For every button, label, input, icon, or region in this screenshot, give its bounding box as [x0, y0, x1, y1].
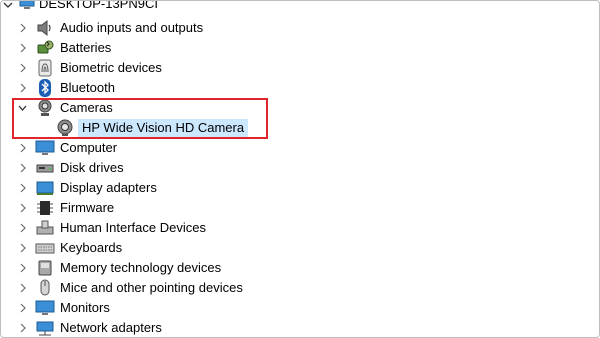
- tree-item-label: Firmware: [60, 200, 115, 215]
- chevron-right-icon[interactable]: [18, 303, 27, 313]
- tree-item-label: Computer: [60, 140, 118, 155]
- monitor-icon: [35, 300, 55, 315]
- tree-item-label: Memory technology devices: [60, 260, 222, 275]
- tree-item-label: Keyboards: [60, 240, 123, 255]
- tree-root-label: DESKTOP-13PN9CI: [39, 0, 158, 11]
- tree-item-mice[interactable]: Mice and other pointing devices: [1, 278, 599, 298]
- computer-icon: [19, 1, 35, 9]
- bluetooth-icon: [39, 79, 51, 97]
- memory-card-icon: [38, 260, 52, 276]
- chevron-right-icon[interactable]: [18, 23, 27, 33]
- speaker-icon: [37, 19, 51, 37]
- chevron-right-icon[interactable]: [18, 163, 27, 173]
- chevron-right-icon[interactable]: [18, 43, 27, 53]
- disk-drive-icon: [36, 164, 54, 173]
- tree-item-batteries[interactable]: Batteries: [1, 38, 599, 58]
- tree-item-bluetooth[interactable]: Bluetooth: [1, 78, 599, 98]
- monitor-icon: [35, 140, 55, 155]
- chevron-right-icon[interactable]: [18, 243, 27, 253]
- tree-item-label: Display adapters: [60, 180, 157, 195]
- chevron-down-icon[interactable]: [3, 0, 13, 10]
- tree-item-keyboards[interactable]: Keyboards: [1, 238, 599, 258]
- chevron-right-icon[interactable]: [18, 283, 27, 293]
- fingerprint-icon: [38, 59, 52, 77]
- tree-item-label: Monitors: [60, 300, 110, 315]
- tree-item-label: Network adapters: [60, 320, 162, 335]
- chevron-right-icon[interactable]: [18, 223, 27, 233]
- tree-item-audio[interactable]: Audio inputs and outputs: [1, 18, 599, 38]
- chevron-right-icon[interactable]: [18, 83, 27, 93]
- device-manager-tree: DESKTOP-13PN9CI Audio inputs and outputs…: [0, 0, 600, 338]
- firmware-icon: [37, 201, 53, 215]
- tree-item-label: Batteries: [60, 40, 112, 55]
- chevron-right-icon[interactable]: [18, 203, 27, 213]
- tree-item-label: Disk drives: [60, 160, 124, 175]
- tree-item-hid[interactable]: Human Interface Devices: [1, 218, 599, 238]
- tree-item-label: Mice and other pointing devices: [60, 280, 243, 295]
- battery-icon: [37, 40, 54, 54]
- tree-item-label: Human Interface Devices: [60, 220, 206, 235]
- tree-item-display-adapters[interactable]: Display adapters: [1, 178, 599, 198]
- highlight-annotation: [12, 98, 268, 139]
- tree-item-computer[interactable]: Computer: [1, 138, 599, 158]
- chevron-right-icon[interactable]: [18, 263, 27, 273]
- tree-item-monitors[interactable]: Monitors: [1, 298, 599, 318]
- chevron-right-icon[interactable]: [18, 63, 27, 73]
- keyboard-icon: [35, 243, 55, 254]
- tree-item-firmware[interactable]: Firmware: [1, 198, 599, 218]
- tree-item-label: Audio inputs and outputs: [60, 20, 204, 35]
- tree-item-disk-drives[interactable]: Disk drives: [1, 158, 599, 178]
- tree-item-label: Bluetooth: [60, 80, 115, 95]
- mouse-icon: [40, 279, 50, 296]
- network-adapter-icon: [36, 321, 54, 336]
- tree-item-biometric[interactable]: Biometric devices: [1, 58, 599, 78]
- chevron-right-icon[interactable]: [18, 183, 27, 193]
- tree-item-label: Biometric devices: [60, 60, 162, 75]
- tree-item-network[interactable]: Network adapters: [1, 318, 599, 337]
- chevron-right-icon[interactable]: [18, 143, 27, 153]
- tree-item-memory[interactable]: Memory technology devices: [1, 258, 599, 278]
- hid-icon: [36, 220, 54, 235]
- display-adapter-icon: [36, 181, 54, 195]
- chevron-right-icon[interactable]: [18, 323, 27, 333]
